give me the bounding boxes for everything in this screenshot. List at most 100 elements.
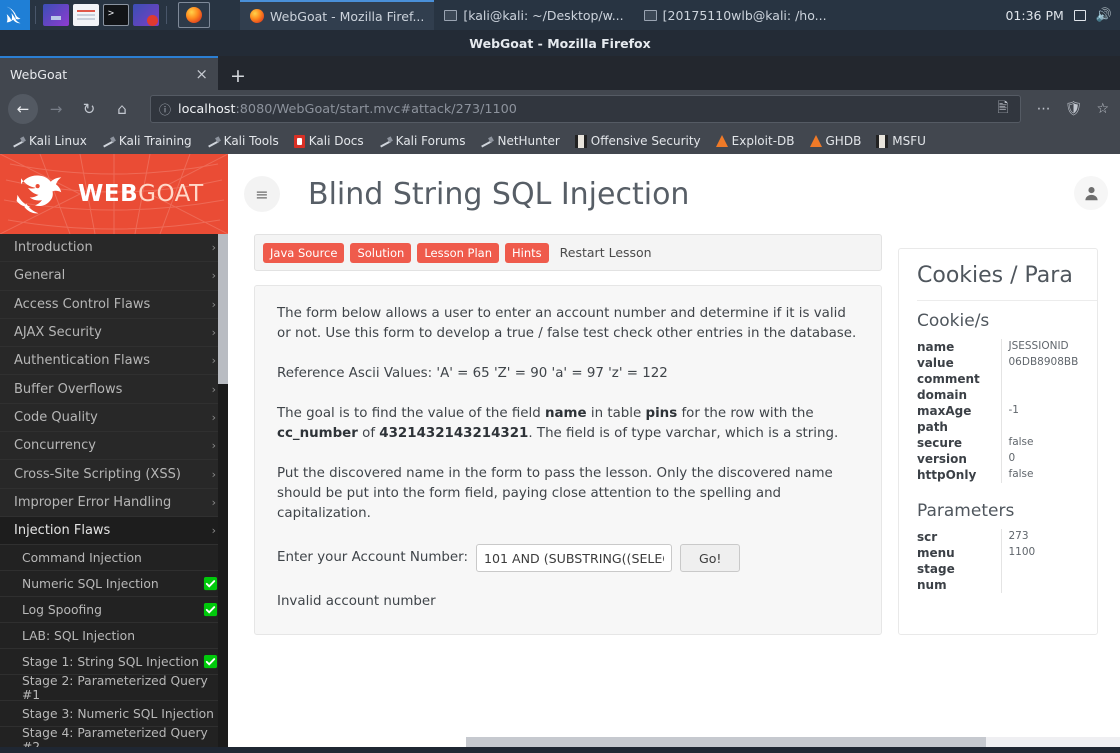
display-icon[interactable] <box>1073 9 1086 21</box>
page-actions-icon[interactable]: ⋯ <box>1034 101 1054 117</box>
sidebar-item-injection-flaws[interactable]: Injection Flaws › <box>0 516 228 546</box>
bookmark-exploit-db[interactable]: Exploit-DB <box>710 132 801 150</box>
sidebar-item-ajax-security[interactable]: AJAX Security › <box>0 319 228 348</box>
cookie-key: httpOnly <box>917 468 977 482</box>
page-horizontal-scrollbar[interactable] <box>466 737 1120 747</box>
restart-lesson-button[interactable]: Restart Lesson <box>555 242 657 263</box>
go-button[interactable]: Go! <box>679 544 741 572</box>
sidebar-lesson-command-injection[interactable]: Command Injection <box>0 545 228 572</box>
sidebar-lesson-lab-sql-injection[interactable]: LAB: SQL Injection <box>0 623 228 650</box>
goal-suffix: . The field is of type varchar, which is… <box>528 426 839 441</box>
taskbar-window-firefox[interactable]: WebGoat - Mozilla Firef... <box>240 0 435 30</box>
close-icon[interactable]: × <box>195 66 208 82</box>
taskbar-clock: 01:36 PM <box>1005 7 1064 23</box>
taskbar-window-label: WebGoat - Mozilla Firef... <box>270 8 425 24</box>
sidebar-item-general[interactable]: General › <box>0 262 228 291</box>
sidebar-item-cross-site-scripting[interactable]: Cross-Site Scripting (XSS) › <box>0 460 228 489</box>
solution-button[interactable]: Solution <box>350 242 412 263</box>
cookies-heading: Cookie/s <box>917 311 990 331</box>
table-row: version 0 <box>917 451 1097 467</box>
sidebar-lesson-numeric-sql-injection[interactable]: Numeric SQL Injection <box>0 571 228 598</box>
page-title: Blind String SQL Injection <box>308 176 690 212</box>
chevron-right-icon: › <box>211 495 216 509</box>
content-header: ≡ Blind String SQL Injection <box>228 154 1120 234</box>
goat-head-logo <box>16 175 62 214</box>
chevron-right-icon: › <box>211 524 216 538</box>
bookmark-ghdb[interactable]: GHDB <box>804 132 868 150</box>
sidebar-lesson-label: Log Spoofing <box>22 602 102 617</box>
launcher-firefox-icon[interactable] <box>178 2 210 28</box>
address-bar[interactable]: ⓘ localhost:8080/WebGoat/start.mvc#attac… <box>150 95 1021 123</box>
sidebar-item-label: Buffer Overflows <box>14 381 123 397</box>
menu-toggle-button[interactable]: ≡ <box>244 176 280 212</box>
sidebar-item-concurrency[interactable]: Concurrency › <box>0 432 228 461</box>
kali-menu-button[interactable] <box>0 0 30 30</box>
kali-dragon-icon <box>6 6 21 24</box>
table-row: num <box>917 577 1097 593</box>
tab-webgoat[interactable]: WebGoat × <box>0 56 218 90</box>
cookie-key: domain <box>917 388 968 402</box>
sidebar-lesson-stage-3[interactable]: Stage 3: Numeric SQL Injection <box>0 701 228 728</box>
sidebar-lesson-stage-2[interactable]: Stage 2: Parameterized Query #1 <box>0 674 228 702</box>
chevron-right-icon: › <box>211 269 216 283</box>
window-title: WebGoat - Mozilla Firefox <box>469 35 651 51</box>
java-source-button[interactable]: Java Source <box>263 242 345 263</box>
sidebar-lesson-stage-4[interactable]: Stage 4: Parameterized Query #2 <box>0 726 228 747</box>
new-tab-button[interactable]: + <box>218 65 258 90</box>
launcher-app-grid-icon[interactable] <box>43 4 69 26</box>
complete-check-icon <box>203 603 218 617</box>
back-button[interactable]: ← <box>8 94 38 124</box>
taskbar-window-terminal-2[interactable]: [20175110wlb@kali: /ho... <box>634 0 837 30</box>
sidebar-item-access-control-flaws[interactable]: Access Control Flaws › <box>0 291 228 319</box>
bookmark-kali-tools[interactable]: Kali Tools <box>201 132 285 150</box>
sidebar-item-label: Code Quality <box>14 409 98 425</box>
home-button[interactable]: ⌂ <box>107 94 137 124</box>
sidebar-item-introduction[interactable]: Introduction › <box>0 234 228 263</box>
bookmark-star-icon[interactable]: ☆ <box>1093 101 1112 117</box>
sidebar-lesson-stage-1[interactable]: Stage 1: String SQL Injection <box>0 649 228 676</box>
volume-icon[interactable]: 🔊 <box>1096 9 1112 22</box>
taskbar-window-terminal-1[interactable]: [kali@kali: ~/Desktop/w... <box>434 0 633 30</box>
bookmark-offensive-security[interactable]: Offensive Security <box>569 132 707 150</box>
launcher-files-icon[interactable] <box>73 4 99 26</box>
bookmark-nethunter[interactable]: NetHunter <box>474 132 565 150</box>
sidebar-lesson-log-spoofing[interactable]: Log Spoofing <box>0 597 228 624</box>
sidebar-item-code-quality[interactable]: Code Quality › <box>0 404 228 433</box>
sidebar-item-authentication-flaws[interactable]: Authentication Flaws › <box>0 347 228 376</box>
user-avatar[interactable] <box>1074 176 1108 210</box>
account-number-input[interactable] <box>475 544 672 572</box>
hints-button[interactable]: Hints <box>505 242 549 263</box>
param-key: scr <box>917 530 938 544</box>
flame-icon <box>809 135 822 147</box>
sidebar-item-improper-error-handling[interactable]: Improper Error Handling › <box>0 489 228 517</box>
bookmark-kali-training[interactable]: Kali Training <box>96 132 198 150</box>
bars-icon <box>574 134 587 148</box>
reader-view-icon[interactable]: 🖹 <box>994 97 1011 121</box>
bookmark-kali-linux[interactable]: Kali Linux <box>6 132 93 150</box>
sidebar-item-buffer-overflows[interactable]: Buffer Overflows › <box>0 375 228 404</box>
cookie-key: name <box>917 340 955 354</box>
reload-button[interactable]: ↻ <box>74 94 104 124</box>
page-horizontal-scrollbar-thumb[interactable] <box>466 737 986 747</box>
firefox-icon <box>250 9 264 23</box>
lesson-plan-button[interactable]: Lesson Plan <box>417 242 500 263</box>
sidebar-scrollbar[interactable] <box>218 234 228 747</box>
bookmark-msfu[interactable]: MSFU <box>870 132 932 150</box>
url-text: localhost:8080/WebGoat/start.mvc#attack/… <box>178 102 987 117</box>
bookmark-label: Kali Training <box>118 134 192 148</box>
webgoat-brand[interactable]: WEBGOAT <box>0 154 228 234</box>
bookmark-kali-docs[interactable]: Kali Docs <box>288 132 370 150</box>
pocket-icon[interactable]: 🛡 <box>1062 101 1086 117</box>
bookmark-kali-forums[interactable]: Kali Forums <box>373 132 472 150</box>
sidebar-scrollbar-thumb[interactable] <box>218 234 228 384</box>
sidebar-item-label: Injection Flaws <box>14 523 111 539</box>
sidebar-item-label: General <box>14 268 66 284</box>
param-key: stage <box>917 562 955 576</box>
sidebar-item-label: Concurrency <box>14 438 96 454</box>
launcher-screenshot-icon[interactable] <box>133 4 159 26</box>
param-key: menu <box>917 546 955 560</box>
launcher-terminal-icon[interactable] <box>103 4 129 26</box>
info-icon[interactable]: ⓘ <box>159 101 171 118</box>
forward-button[interactable]: → <box>41 94 71 124</box>
goal-column: cc_number <box>277 426 358 441</box>
